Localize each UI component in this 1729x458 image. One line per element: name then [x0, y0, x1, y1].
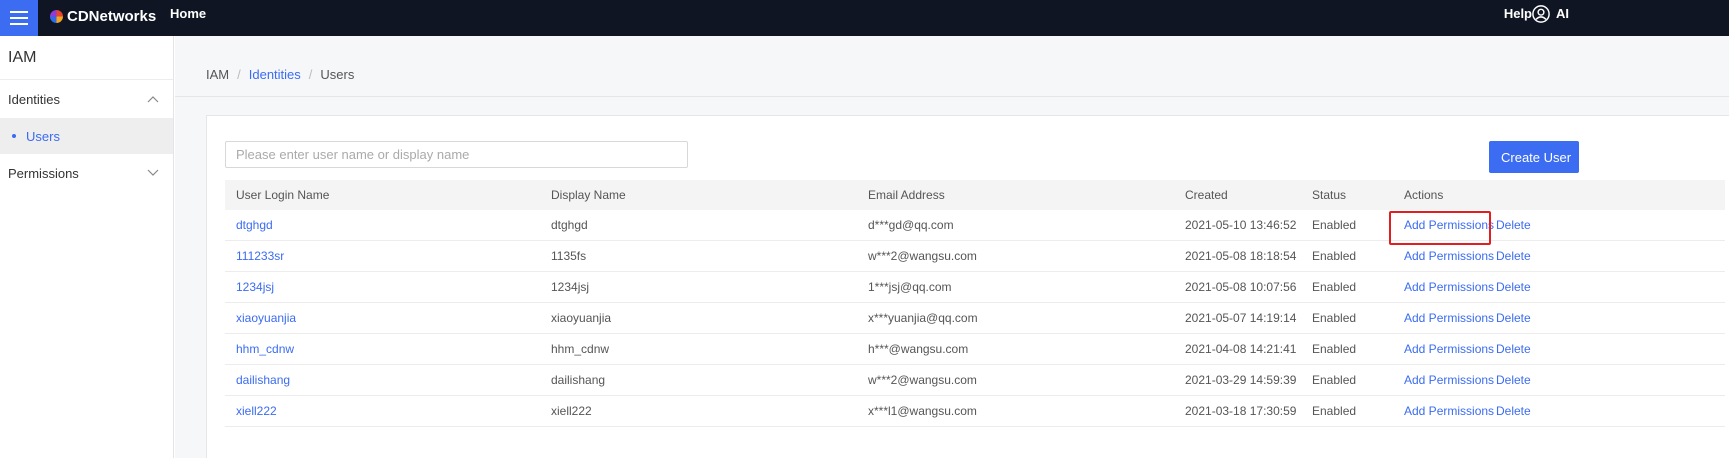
table-row: 1234jsj 1234jsj 1***jsj@qq.com 2021-05-0… [225, 272, 1725, 303]
sidebar-group-permissions[interactable]: Permissions [0, 154, 173, 192]
add-permissions-link[interactable]: Add Permissions [1404, 373, 1494, 387]
add-permissions-link[interactable]: Add Permissions [1404, 342, 1494, 356]
header-created: Created [1185, 188, 1228, 202]
highlight-box [1389, 211, 1491, 245]
status-cell: Enabled [1312, 373, 1357, 387]
header-divider [175, 96, 1729, 97]
sidebar-title: IAM [0, 36, 173, 80]
breadcrumb-current: Users [320, 67, 355, 82]
email-cell: h***@wangsu.com [868, 342, 969, 356]
email-cell: x***yuanjia@qq.com [868, 311, 978, 325]
breadcrumb-separator: / [237, 67, 241, 82]
user-login-link[interactable]: hhm_cdnw [236, 342, 294, 356]
header-email: Email Address [868, 188, 945, 202]
user-login-link[interactable]: 111233sr [236, 249, 284, 263]
brand-name: CDNetworks [67, 7, 157, 25]
main-content: IAM / Identities / Users Create User Use… [175, 36, 1729, 458]
users-table: User Login Name Display Name Email Addre… [225, 180, 1725, 427]
sidebar-group-label: Identities [8, 91, 61, 107]
display-name-cell: hhm_cdnw [551, 342, 610, 356]
table-row: hhm_cdnw hhm_cdnw h***@wangsu.com 2021-0… [225, 334, 1725, 365]
status-cell: Enabled [1312, 404, 1357, 418]
header-login-name: User Login Name [236, 188, 330, 202]
create-user-button[interactable]: Create User [1489, 141, 1579, 173]
table-row: xiell222 xiell222 x***l1@wangsu.com 2021… [225, 396, 1725, 427]
created-cell: 2021-05-08 18:18:54 [1185, 249, 1297, 263]
breadcrumb-root: IAM [206, 67, 230, 82]
user-login-link[interactable]: dtghgd [236, 218, 273, 232]
logo-icon [50, 9, 63, 23]
user-login-link[interactable]: xiell222 [236, 404, 277, 418]
breadcrumb: IAM / Identities / Users [206, 67, 354, 82]
chevron-down-icon [147, 169, 159, 176]
delete-link[interactable]: Delete [1496, 404, 1531, 418]
delete-link[interactable]: Delete [1496, 249, 1531, 263]
created-cell: 2021-03-18 17:30:59 [1185, 404, 1297, 418]
user-name[interactable]: AI [1556, 0, 1569, 28]
created-cell: 2021-05-08 10:07:56 [1185, 280, 1297, 294]
status-cell: Enabled [1312, 311, 1357, 325]
breadcrumb-identities-link[interactable]: Identities [249, 67, 301, 82]
delete-link[interactable]: Delete [1496, 311, 1531, 325]
search-input[interactable] [225, 141, 688, 168]
delete-link[interactable]: Delete [1496, 373, 1531, 387]
hamburger-menu-icon[interactable] [0, 0, 38, 36]
table-row: 111233sr 1135fs w***2@wangsu.com 2021-05… [225, 241, 1725, 272]
delete-link[interactable]: Delete [1496, 218, 1531, 232]
header-actions: Actions [1404, 188, 1444, 202]
status-cell: Enabled [1312, 342, 1357, 356]
sidebar: IAM Identities Users Permissions [0, 36, 174, 458]
display-name-cell: dailishang [551, 373, 606, 387]
add-permissions-link[interactable]: Add Permissions [1404, 311, 1494, 325]
status-cell: Enabled [1312, 249, 1357, 263]
table-row: dtghgd dtghgd d***gd@qq.com 2021-05-10 1… [225, 210, 1725, 245]
delete-link[interactable]: Delete [1496, 342, 1531, 356]
table-row: dailishang dailishang w***2@wangsu.com 2… [225, 365, 1725, 396]
header-status: Status [1312, 188, 1347, 202]
bullet-icon [12, 134, 16, 138]
display-name-cell: xiell222 [551, 404, 592, 418]
header-display-name: Display Name [551, 188, 626, 202]
created-cell: 2021-05-07 14:19:14 [1185, 311, 1297, 325]
created-cell: 2021-04-08 14:21:41 [1185, 342, 1297, 356]
email-cell: w***2@wangsu.com [868, 373, 977, 387]
add-permissions-link[interactable]: Add Permissions [1404, 249, 1494, 263]
sidebar-group-label: Permissions [8, 165, 79, 181]
add-permissions-link[interactable]: Add Permissions [1404, 404, 1494, 418]
user-avatar-icon[interactable] [1532, 5, 1550, 23]
home-link[interactable]: Home [170, 0, 206, 28]
status-cell: Enabled [1312, 280, 1357, 294]
status-cell: Enabled [1312, 218, 1357, 232]
created-cell: 2021-03-29 14:59:39 [1185, 373, 1297, 387]
display-name-cell: 1234jsj [551, 280, 590, 294]
brand-logo[interactable]: CDNetworks [50, 0, 156, 32]
display-name-cell: dtghgd [551, 218, 588, 232]
display-name-cell: 1135fs [551, 249, 587, 263]
email-cell: 1***jsj@qq.com [868, 280, 952, 294]
display-name-cell: xiaoyuanjia [551, 311, 612, 325]
top-bar: CDNetworks Home Help AI [0, 0, 1729, 36]
delete-link[interactable]: Delete [1496, 280, 1531, 294]
sidebar-item-users[interactable]: Users [0, 118, 173, 154]
table-row: xiaoyuanjia xiaoyuanjia x***yuanjia@qq.c… [225, 303, 1725, 334]
sidebar-group-identities[interactable]: Identities [0, 80, 173, 118]
add-permissions-link[interactable]: Add Permissions [1404, 280, 1494, 294]
breadcrumb-separator: / [308, 67, 313, 82]
users-card: Create User User Login Name Display Name… [206, 115, 1729, 458]
user-login-link[interactable]: 1234jsj [236, 280, 274, 294]
user-login-link[interactable]: dailishang [236, 373, 290, 387]
created-cell: 2021-05-10 13:46:52 [1185, 218, 1297, 232]
help-link[interactable]: Help [1504, 0, 1532, 28]
user-login-link[interactable]: xiaoyuanjia [236, 311, 296, 325]
email-cell: w***2@wangsu.com [868, 249, 977, 263]
email-cell: d***gd@qq.com [868, 218, 954, 232]
table-header: User Login Name Display Name Email Addre… [225, 180, 1725, 210]
email-cell: x***l1@wangsu.com [868, 404, 977, 418]
chevron-up-icon [147, 96, 159, 103]
sidebar-item-label: Users [26, 128, 60, 144]
